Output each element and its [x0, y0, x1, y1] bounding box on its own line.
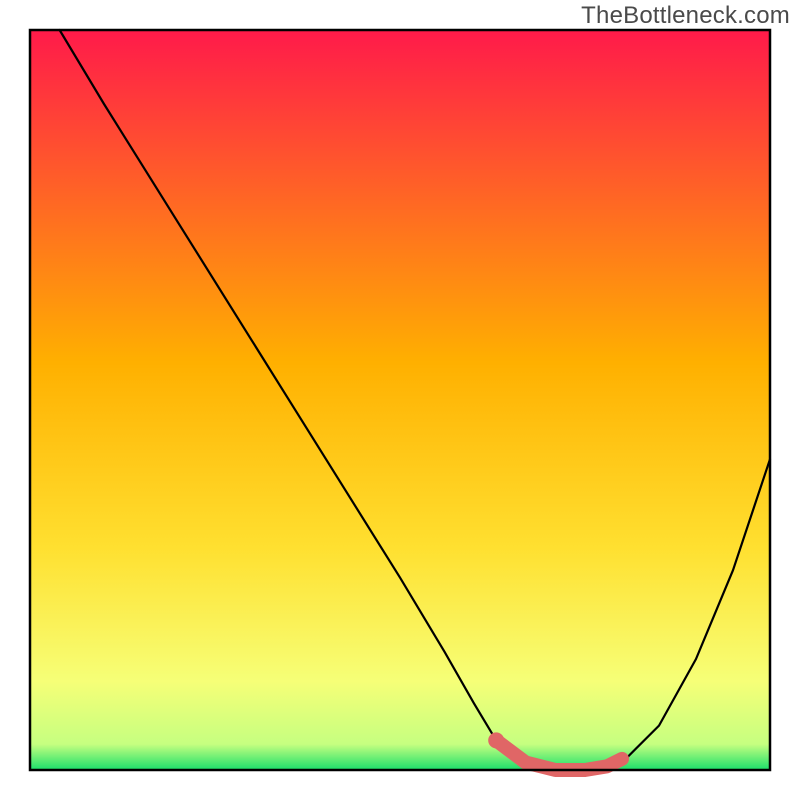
bottleneck-plot — [0, 0, 800, 800]
optimal-range-dot — [488, 732, 504, 748]
chart-canvas: TheBottleneck.com — [0, 0, 800, 800]
plot-area — [30, 30, 770, 770]
watermark-text: TheBottleneck.com — [581, 2, 790, 30]
gradient-background — [30, 30, 770, 770]
